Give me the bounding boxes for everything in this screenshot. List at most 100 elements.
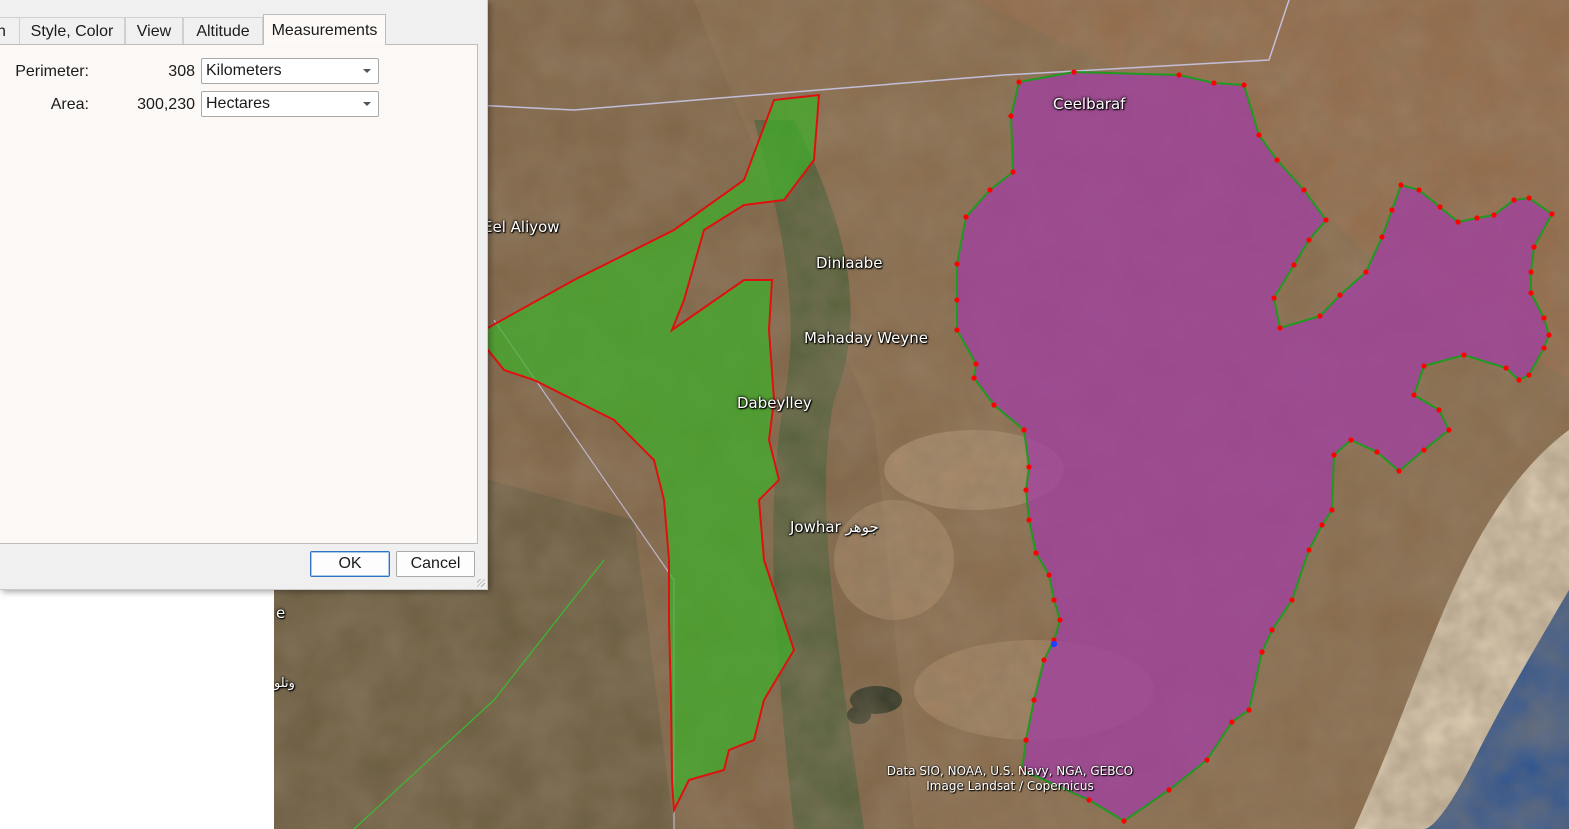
vertex-marker[interactable] — [1008, 113, 1014, 119]
measurements-panel: Perimeter: 308 Kilometers Area: 300,230 … — [0, 44, 478, 544]
vertex-marker[interactable] — [1389, 207, 1395, 213]
vertex-marker[interactable] — [1528, 290, 1534, 296]
vertex-marker[interactable] — [1041, 657, 1047, 663]
vertex-marker[interactable] — [1437, 204, 1443, 210]
vertex-marker[interactable] — [1516, 377, 1522, 383]
vertex-marker[interactable] — [1241, 82, 1247, 88]
vertex-marker[interactable] — [1421, 363, 1427, 369]
area-unit-select[interactable]: Hectares — [201, 91, 379, 117]
vertex-marker[interactable] — [987, 187, 993, 193]
cancel-button[interactable]: Cancel — [396, 551, 475, 577]
vertex-marker[interactable] — [1246, 707, 1252, 713]
polygon-properties-dialog: n Style, Color View Altitude Measurement… — [0, 0, 488, 590]
chevron-down-icon — [363, 69, 371, 73]
tab-altitude[interactable]: Altitude — [183, 17, 263, 44]
vertex-marker[interactable] — [1421, 447, 1427, 453]
vertex-marker[interactable] — [1317, 313, 1323, 319]
vertex-marker[interactable] — [1446, 427, 1452, 433]
vertex-marker[interactable] — [1374, 449, 1380, 455]
vertex-marker[interactable] — [1331, 452, 1337, 458]
vertex-marker[interactable] — [1319, 522, 1325, 528]
vertex-marker[interactable] — [1411, 392, 1417, 398]
vertex-marker[interactable] — [1546, 332, 1552, 338]
vertex-marker[interactable] — [1031, 697, 1037, 703]
vertex-marker[interactable] — [1511, 197, 1517, 203]
tab-measurements[interactable]: Measurements — [263, 14, 386, 45]
vertex-marker[interactable] — [1436, 407, 1442, 413]
vertex-marker[interactable] — [1021, 427, 1027, 433]
vertex-marker[interactable] — [1023, 737, 1029, 743]
vertex-marker[interactable] — [1271, 295, 1277, 301]
vertex-marker[interactable] — [954, 261, 960, 267]
vertex-marker[interactable] — [1229, 719, 1235, 725]
vertex-marker[interactable] — [954, 297, 960, 303]
vertex-marker[interactable] — [954, 327, 960, 333]
vertex-marker[interactable] — [1010, 169, 1016, 175]
vertex-marker[interactable] — [1348, 437, 1354, 443]
vertex-marker[interactable] — [1176, 72, 1182, 78]
vertex-marker[interactable] — [1256, 132, 1262, 138]
vertex-marker[interactable] — [963, 214, 969, 220]
vertex-marker[interactable] — [1396, 468, 1402, 474]
ok-button[interactable]: OK — [310, 551, 390, 577]
vertex-marker[interactable] — [1549, 211, 1555, 217]
vertex-marker[interactable] — [1416, 187, 1422, 193]
vertex-marker[interactable] — [1291, 262, 1297, 268]
map-label-mahaday-weyne: Mahaday Weyne — [804, 329, 928, 347]
vertex-marker[interactable] — [1455, 219, 1461, 225]
vertex-marker[interactable] — [1016, 79, 1022, 85]
vertex-marker[interactable] — [1461, 352, 1467, 358]
vertex-marker[interactable] — [1269, 627, 1275, 633]
vertex-marker[interactable] — [1051, 597, 1057, 603]
vertex-marker[interactable] — [1166, 787, 1172, 793]
vertex-marker[interactable] — [1026, 464, 1032, 470]
vertex-marker[interactable] — [1289, 597, 1295, 603]
vertex-marker[interactable] — [1323, 217, 1329, 223]
vertex-marker[interactable] — [1033, 550, 1039, 556]
vertex-marker[interactable] — [1211, 80, 1217, 86]
vertex-marker[interactable] — [1046, 572, 1052, 578]
vertex-marker[interactable] — [1541, 315, 1547, 321]
vertex-marker[interactable] — [973, 361, 979, 367]
vertex-marker[interactable] — [1301, 187, 1307, 193]
vertex-marker[interactable] — [971, 375, 977, 381]
vertex-marker[interactable] — [1531, 244, 1537, 250]
map-attribution: Data SIO, NOAA, U.S. Navy, NGA, GEBCO Im… — [870, 764, 1150, 794]
selected-vertex — [1050, 640, 1058, 648]
vertex-marker[interactable] — [1121, 818, 1127, 824]
resize-grip-icon[interactable] — [477, 579, 485, 587]
tab-bar: n Style, Color View Altitude Measurement… — [0, 14, 487, 45]
vertex-marker[interactable] — [1306, 547, 1312, 553]
vertex-marker[interactable] — [1277, 325, 1283, 331]
vertex-marker[interactable] — [1329, 507, 1335, 513]
map-label-dinlaabe: Dinlaabe — [816, 254, 883, 272]
tab-style-color[interactable]: Style, Color — [19, 17, 125, 44]
vertex-marker[interactable] — [1474, 215, 1480, 221]
vertex-marker[interactable] — [1204, 757, 1210, 763]
tab-name[interactable]: n — [0, 17, 20, 44]
vertex-marker[interactable] — [1541, 345, 1547, 351]
vertex-marker[interactable] — [1274, 157, 1280, 163]
map-label-fragment-e: e — [276, 604, 286, 622]
perimeter-unit-select[interactable]: Kilometers — [201, 58, 379, 84]
vertex-marker[interactable] — [1306, 237, 1312, 243]
map-label-jowhar: Jowhar جوهر — [790, 518, 879, 536]
vertex-marker[interactable] — [1337, 292, 1343, 298]
vertex-marker[interactable] — [1363, 269, 1369, 275]
vertex-marker[interactable] — [1086, 797, 1092, 803]
vertex-marker[interactable] — [991, 402, 997, 408]
vertex-marker[interactable] — [1503, 365, 1509, 371]
vertex-marker[interactable] — [1526, 372, 1532, 378]
vertex-marker[interactable] — [1379, 234, 1385, 240]
vertex-marker[interactable] — [1526, 195, 1532, 201]
vertex-marker[interactable] — [1026, 517, 1032, 523]
vertex-marker[interactable] — [1023, 487, 1029, 493]
tab-view[interactable]: View — [125, 17, 183, 44]
vertex-marker[interactable] — [1398, 182, 1404, 188]
vertex-marker[interactable] — [1259, 649, 1265, 655]
vertex-marker[interactable] — [1071, 69, 1077, 75]
perimeter-label: Perimeter: — [15, 63, 89, 80]
vertex-marker[interactable] — [1057, 617, 1063, 623]
vertex-marker[interactable] — [1528, 269, 1534, 275]
vertex-marker[interactable] — [1491, 212, 1497, 218]
